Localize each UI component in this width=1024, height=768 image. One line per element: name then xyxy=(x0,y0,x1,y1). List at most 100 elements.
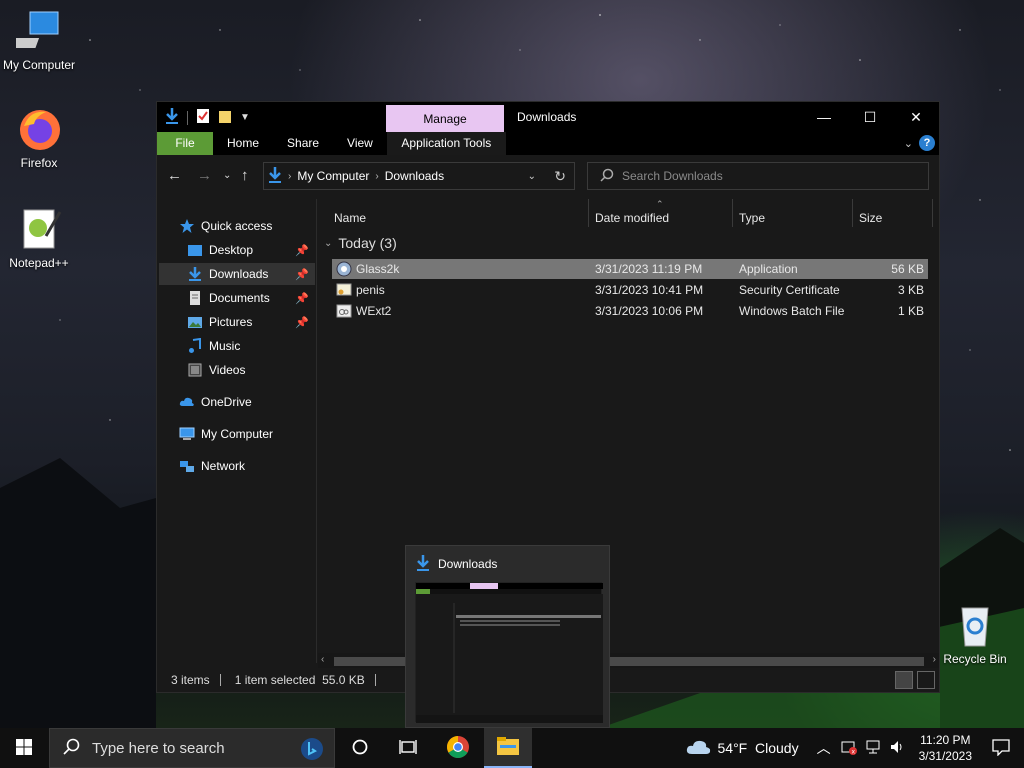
cortana-button[interactable] xyxy=(336,728,384,768)
weather-widget[interactable]: 54°F Cloudy xyxy=(686,738,799,759)
new-folder-icon[interactable] xyxy=(218,108,232,127)
divider xyxy=(374,674,376,686)
column-divider xyxy=(852,199,853,227)
tab-view[interactable]: View xyxy=(333,132,387,155)
nav-onedrive[interactable]: OneDrive xyxy=(179,391,315,413)
large-icons-view-icon[interactable] xyxy=(917,671,935,689)
expand-ribbon-icon[interactable]: ⌄ xyxy=(904,137,913,150)
title-bar[interactable]: ▼ Manage Downloads — ☐ ✕ xyxy=(157,102,939,132)
divider xyxy=(187,110,188,125)
nav-desktop[interactable]: Desktop 📌 xyxy=(187,239,315,261)
clock-time: 11:20 PM xyxy=(920,733,971,747)
breadcrumb-downloads[interactable]: Downloads xyxy=(385,169,444,183)
nav-pictures[interactable]: Pictures 📌 xyxy=(187,311,315,333)
up-arrow-icon[interactable]: ↑ xyxy=(241,167,249,184)
taskbar-thumbnail-preview[interactable]: Downloads xyxy=(405,545,610,728)
column-divider xyxy=(732,199,733,227)
tab-share[interactable]: Share xyxy=(273,132,333,155)
table-row[interactable]: penis 3/31/2023 10:41 PM Security Certif… xyxy=(332,280,928,300)
table-row[interactable]: WExt2 3/31/2023 10:06 PM Windows Batch F… xyxy=(332,301,928,321)
notepadpp-icon xyxy=(16,206,62,252)
notifications-icon[interactable] xyxy=(992,738,1010,759)
tab-file[interactable]: File xyxy=(157,132,213,155)
column-divider xyxy=(588,199,589,227)
column-header-size[interactable]: Size xyxy=(859,211,882,225)
clock[interactable]: 11:20 PM 3/31/2023 xyxy=(919,732,972,764)
breadcrumb-chevron-icon: › xyxy=(288,170,292,182)
cloud-icon xyxy=(179,394,195,410)
desktop-icon-notepadpp[interactable]: Notepad++ xyxy=(0,206,78,270)
pictures-icon xyxy=(187,314,203,330)
scroll-right-icon[interactable]: › xyxy=(933,654,936,665)
start-button[interactable] xyxy=(0,728,48,768)
nav-my-computer[interactable]: My Computer xyxy=(179,423,315,445)
nav-documents[interactable]: Documents 📌 xyxy=(187,287,315,309)
taskbar-chrome[interactable] xyxy=(434,728,482,768)
properties-icon[interactable] xyxy=(196,108,210,127)
nav-downloads[interactable]: Downloads 📌 xyxy=(159,263,315,285)
address-dropdown-icon[interactable]: ⌄ xyxy=(528,171,536,182)
close-button[interactable]: ✕ xyxy=(893,102,939,132)
security-alert-icon[interactable]: x xyxy=(841,739,857,758)
desktop-folder-icon xyxy=(187,242,203,258)
tab-home[interactable]: Home xyxy=(213,132,273,155)
taskbar-search-input[interactable] xyxy=(92,739,292,757)
tab-manage[interactable]: Manage xyxy=(386,105,504,132)
recycle-bin-icon xyxy=(952,602,998,648)
maximize-button[interactable]: ☐ xyxy=(847,102,893,132)
sort-chevron-icon: ⌃ xyxy=(656,199,664,209)
pin-icon: 📌 xyxy=(295,316,309,329)
quick-access-toolbar: ▼ xyxy=(165,108,250,127)
search-icon xyxy=(600,168,614,185)
videos-icon xyxy=(187,362,203,378)
network-icon xyxy=(179,458,195,474)
music-note-icon xyxy=(187,337,203,354)
forward-arrow-icon[interactable]: → xyxy=(197,167,212,184)
taskbar-file-explorer[interactable] xyxy=(484,728,532,768)
windows-logo-icon xyxy=(16,738,32,758)
table-row[interactable]: Glass2k 3/31/2023 11:19 PM Application 5… xyxy=(332,259,928,279)
nav-quick-access[interactable]: Quick access xyxy=(179,215,315,237)
recent-locations-chevron-icon[interactable]: ⌄ xyxy=(223,170,231,181)
application-icon xyxy=(336,261,352,277)
search-input[interactable] xyxy=(622,169,922,183)
desktop-icon-recycle-bin[interactable]: Recycle Bin xyxy=(936,602,1014,666)
taskbar-search-box[interactable] xyxy=(49,728,335,768)
pin-icon: 📌 xyxy=(295,244,309,257)
minimize-button[interactable]: — xyxy=(801,102,847,132)
batch-file-icon xyxy=(336,303,352,319)
nav-videos[interactable]: Videos xyxy=(187,359,315,381)
customize-toolbar-icon[interactable]: ▼ xyxy=(240,112,250,123)
breadcrumb-chevron-icon: › xyxy=(375,170,379,182)
nav-network[interactable]: Network xyxy=(179,455,315,477)
desktop-icon-firefox[interactable]: Firefox xyxy=(0,106,78,170)
network-status-icon[interactable] xyxy=(865,739,881,758)
details-view-icon[interactable] xyxy=(895,671,913,689)
chrome-icon xyxy=(446,735,470,762)
show-hidden-icons-chevron-icon[interactable]: ︿ xyxy=(817,738,831,758)
download-arrow-icon xyxy=(416,555,430,574)
window-title: Downloads xyxy=(517,110,577,124)
refresh-icon[interactable]: ↻ xyxy=(554,168,566,185)
search-box[interactable] xyxy=(587,162,929,190)
help-icon[interactable]: ? xyxy=(919,135,935,151)
column-header-name[interactable]: Name xyxy=(334,211,366,225)
column-header-date-modified[interactable]: Date modified xyxy=(595,211,669,225)
desktop-icon-my-computer[interactable]: My Computer xyxy=(0,8,78,72)
nav-music[interactable]: Music xyxy=(187,335,315,357)
taskbar: 54°F Cloudy ︿ x 11:20 PM 3/31/2023 xyxy=(0,728,1024,768)
breadcrumb-my-computer[interactable]: My Computer xyxy=(297,169,369,183)
task-view-button[interactable] xyxy=(384,728,432,768)
back-arrow-icon[interactable]: ← xyxy=(167,167,182,184)
tab-application-tools[interactable]: Application Tools xyxy=(386,132,506,155)
documents-icon xyxy=(187,290,203,306)
bing-icon[interactable] xyxy=(300,737,324,764)
speaker-icon[interactable] xyxy=(889,739,905,758)
group-header-today[interactable]: ⌄ Today (3) xyxy=(324,235,397,251)
cloud-icon xyxy=(686,738,712,759)
scroll-left-icon[interactable]: ‹ xyxy=(321,654,324,665)
svg-text:x: x xyxy=(851,748,855,755)
address-bar[interactable]: › My Computer › Downloads ⌄ ↻ xyxy=(263,162,575,190)
column-header-type[interactable]: Type xyxy=(739,211,765,225)
column-divider xyxy=(932,199,933,227)
